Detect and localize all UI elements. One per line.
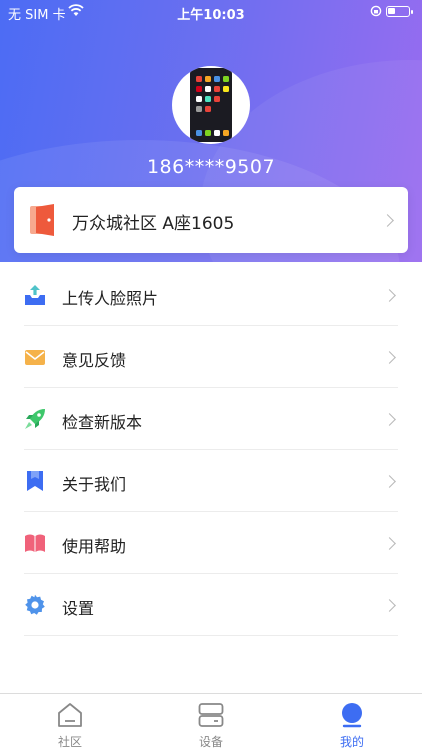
tab-label: 我的 — [339, 735, 364, 749]
menu-item-check-version[interactable]: 检查新版本 — [0, 388, 422, 450]
profile-icon — [339, 702, 365, 728]
tab-devices[interactable]: 设备 — [141, 694, 281, 750]
menu-item-about[interactable]: 关于我们 — [0, 450, 422, 512]
gear-icon — [24, 594, 46, 616]
menu-item-feedback[interactable]: 意见反馈 — [0, 326, 422, 388]
battery-icon — [386, 6, 413, 17]
device-icon — [198, 702, 224, 728]
tab-bar: 社区 设备 我的 — [0, 693, 422, 750]
tab-label: 设备 — [198, 735, 223, 749]
tab-label: 社区 — [57, 735, 82, 749]
phone-number: 186****9507 — [146, 156, 276, 178]
status-bar: 无 SIM 卡 上午10:03 — [0, 0, 422, 24]
tab-mine[interactable]: 我的 — [282, 694, 422, 750]
chevron-right-icon — [383, 599, 396, 612]
menu-item-label: 意见反馈 — [62, 351, 127, 370]
chevron-right-icon — [383, 475, 396, 488]
menu-list: 上传人脸照片 意见反馈 检查新版本 关于我们 使用帮助 设置 — [0, 264, 422, 636]
chevron-right-icon — [383, 537, 396, 550]
chevron-right-icon — [383, 413, 396, 426]
home-icon — [57, 702, 83, 728]
menu-item-upload-face[interactable]: 上传人脸照片 — [0, 264, 422, 326]
upload-icon — [24, 284, 46, 306]
chevron-right-icon — [383, 351, 396, 364]
avatar[interactable] — [172, 66, 250, 144]
avatar-image — [190, 68, 232, 142]
door-icon — [30, 204, 60, 236]
chevron-right-icon — [383, 289, 396, 302]
chevron-right-icon — [381, 214, 394, 227]
tab-community[interactable]: 社区 — [0, 694, 140, 750]
menu-item-label: 检查新版本 — [62, 413, 143, 432]
divider — [24, 635, 398, 636]
community-card[interactable]: 万众城社区 A座1605 — [14, 187, 408, 253]
mail-icon — [24, 346, 46, 368]
community-label: 万众城社区 A座1605 — [72, 214, 235, 234]
menu-item-label: 使用帮助 — [62, 537, 127, 556]
rocket-icon — [24, 408, 46, 430]
bookmark-icon — [24, 470, 46, 492]
rotation-lock-icon — [370, 5, 382, 21]
menu-item-label: 上传人脸照片 — [62, 289, 159, 308]
menu-item-label: 关于我们 — [62, 475, 127, 494]
menu-item-settings[interactable]: 设置 — [0, 574, 422, 636]
status-time: 上午10:03 — [177, 8, 245, 23]
menu-item-label: 设置 — [62, 599, 95, 618]
menu-item-help[interactable]: 使用帮助 — [0, 512, 422, 574]
book-icon — [24, 532, 46, 554]
